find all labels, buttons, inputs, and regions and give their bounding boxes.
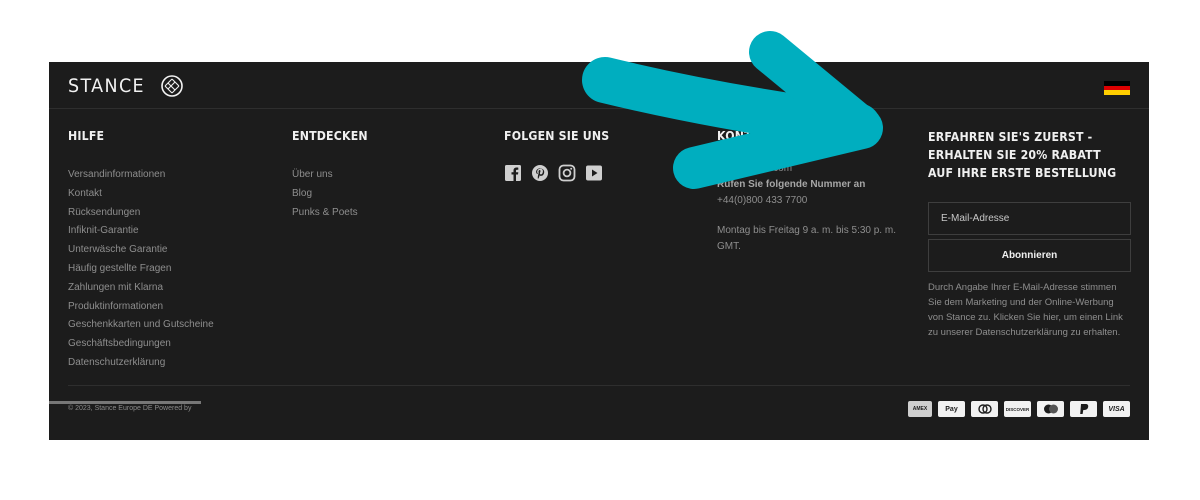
newsletter-disclaimer: Durch Angabe Ihrer E-Mail-Adresse stimme… <box>928 282 1123 338</box>
help-link-terms[interactable]: Geschäftsbedingungen <box>68 335 214 354</box>
facebook-icon[interactable] <box>504 164 522 182</box>
email-input[interactable] <box>928 202 1131 235</box>
logo-mark-icon <box>160 75 183 97</box>
visa-icon: VISA <box>1103 401 1130 417</box>
discover-links: Über uns Blog Punks & Poets <box>292 166 378 222</box>
logo-text: STANCE <box>68 75 145 97</box>
discover-title: ENTDECKEN <box>292 128 368 143</box>
help-link-underwear-guarantee[interactable]: Unterwäsche Garantie <box>68 241 214 260</box>
footer-topbar: STANCE <box>49 62 1149 109</box>
scroll-indicator <box>49 401 201 404</box>
follow-title: FOLGEN SIE UNS <box>504 128 610 143</box>
contact-email[interactable]: …stance.eu.com <box>717 161 907 177</box>
bottom-divider <box>68 385 1130 386</box>
contact-call-label: Rufen Sie folgende Nummer an <box>717 179 866 190</box>
help-link-product-info[interactable]: Produktinformationen <box>68 298 214 317</box>
help-title: HILFE <box>68 128 105 143</box>
paypal-icon <box>1070 401 1097 417</box>
discover-link-about[interactable]: Über uns <box>292 166 378 185</box>
follow-column: FOLGEN SIE UNS <box>504 128 624 182</box>
subscribe-button[interactable]: Abonnieren <box>928 239 1131 272</box>
help-link-faq[interactable]: Häufig gestellte Fragen <box>68 260 214 279</box>
contact-details: …stance.eu.com Rufen Sie folgende Nummer… <box>717 161 907 255</box>
country-flag-de[interactable] <box>1104 81 1130 96</box>
help-link-gift-cards[interactable]: Geschenkkarten und Gutscheine <box>68 316 214 335</box>
contact-title: KONTAKT <box>717 128 777 143</box>
copyright-text: © 2023, Stance Europe DE Powered by <box>68 405 192 412</box>
pinterest-icon[interactable] <box>531 164 549 182</box>
social-icons <box>504 164 624 182</box>
discover-link-blog[interactable]: Blog <box>292 185 378 204</box>
help-link-infiknit[interactable]: Infiknit-Garantie <box>68 222 214 241</box>
amex-icon: AMEX <box>908 401 932 417</box>
stance-logo[interactable]: STANCE <box>68 74 183 98</box>
help-link-klarna[interactable]: Zahlungen mit Klarna <box>68 279 214 298</box>
contact-column: KONTAKT …stance.eu.com Rufen Sie folgend… <box>717 128 907 255</box>
newsletter-column: ERFAHREN SIE'S ZUERST - ERHALTEN SIE 20%… <box>928 128 1131 340</box>
help-links: Versandinformationen Kontakt Rücksendung… <box>68 166 214 373</box>
newsletter-title: ERFAHREN SIE'S ZUERST - ERHALTEN SIE 20%… <box>928 129 1117 180</box>
payment-icons: AMEX Pay DISCOVER VISA <box>908 401 1130 417</box>
contact-phone[interactable]: +44(0)800 433 7700 <box>717 193 907 209</box>
diners-icon <box>971 401 998 417</box>
help-link-contact[interactable]: Kontakt <box>68 185 214 204</box>
help-link-privacy[interactable]: Datenschutzerklärung <box>68 354 214 373</box>
discover-link-punks-poets[interactable]: Punks & Poets <box>292 204 378 223</box>
instagram-icon[interactable] <box>558 164 576 182</box>
site-footer: STANCE HILFE Versandinformationen Kontak… <box>49 62 1149 440</box>
apple-pay-icon: Pay <box>938 401 965 417</box>
discover-icon: DISCOVER <box>1004 401 1031 417</box>
help-link-shipping[interactable]: Versandinformationen <box>68 166 214 185</box>
discover-column: ENTDECKEN Über uns Blog Punks & Poets <box>292 128 378 222</box>
help-link-returns[interactable]: Rücksendungen <box>68 204 214 223</box>
contact-hours: Montag bis Freitag 9 a. m. bis 5:30 p. m… <box>717 225 896 252</box>
youtube-icon[interactable] <box>585 164 603 182</box>
help-column: HILFE Versandinformationen Kontakt Rücks… <box>68 128 214 373</box>
mastercard-icon <box>1037 401 1064 417</box>
